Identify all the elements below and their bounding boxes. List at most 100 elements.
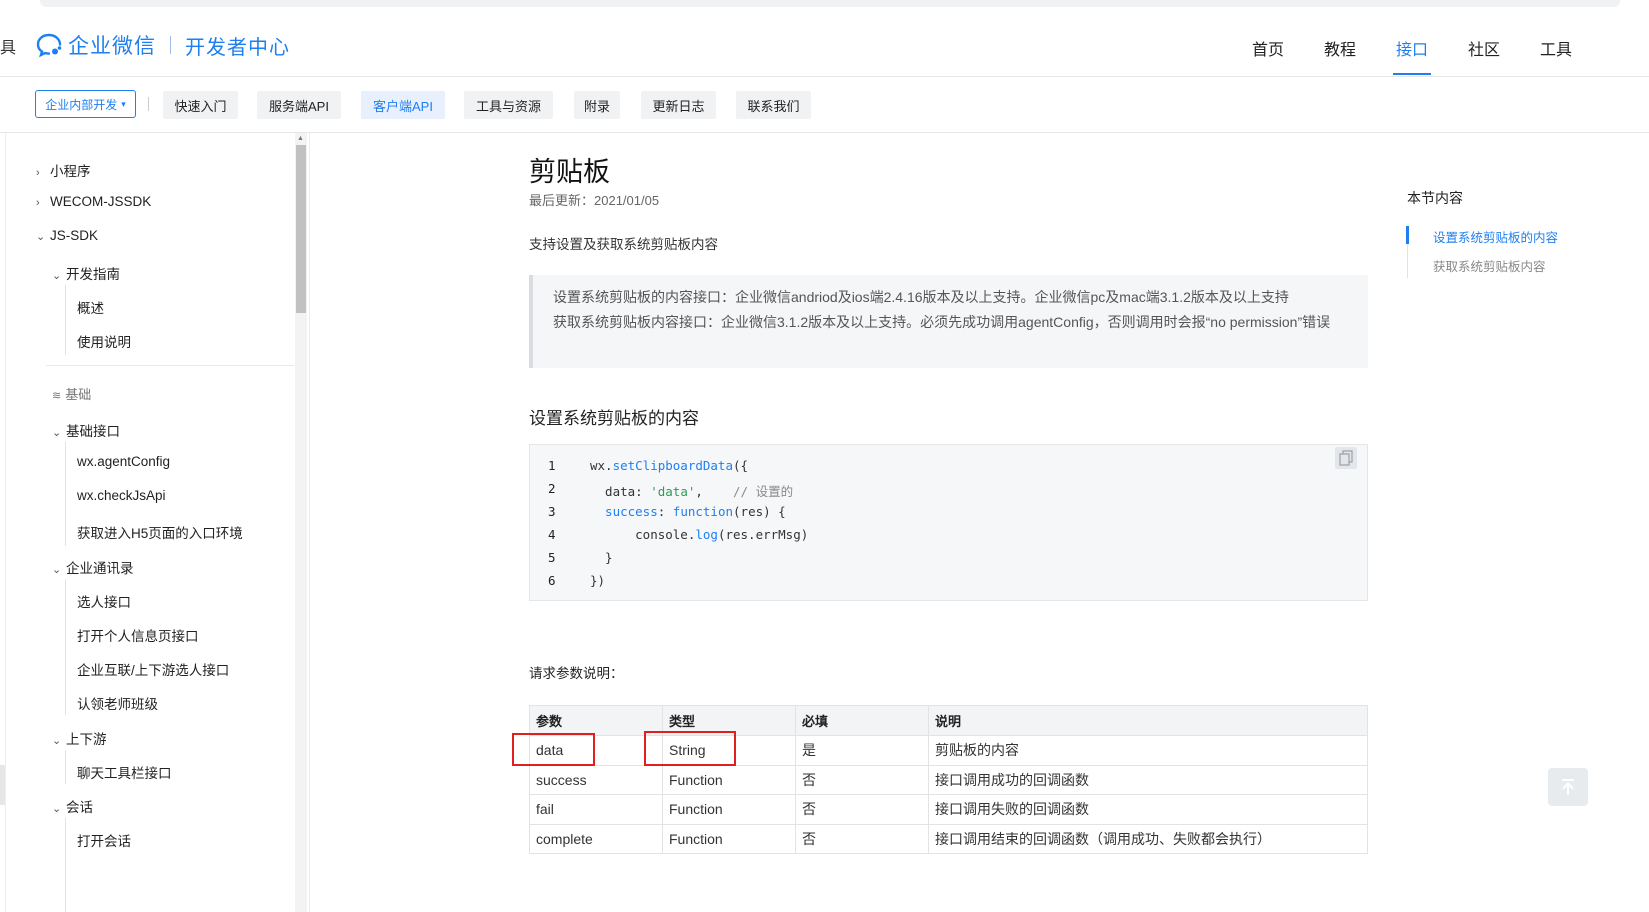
sidebar-border	[309, 133, 310, 912]
copy-icon	[1339, 450, 1353, 466]
sidebar-group-basic: ≋ 基础	[52, 384, 91, 403]
code-token: console.	[590, 527, 696, 542]
sidebar-item-checkjsapi[interactable]: wx.checkJsApi	[77, 488, 166, 503]
annotation-box-string	[644, 731, 736, 766]
tab-contact[interactable]: 联系我们	[736, 91, 811, 119]
code-text: console.log(res.errMsg)	[590, 527, 808, 542]
toc-item-get-clipboard[interactable]: 获取系统剪贴板内容	[1433, 256, 1546, 275]
scroll-up-arrow-icon[interactable]: ▲	[297, 135, 304, 142]
address-bar-edge	[40, 0, 1620, 7]
sidebar-item-usage[interactable]: 使用说明	[77, 331, 131, 351]
nav-tutorial[interactable]: 教程	[1324, 36, 1356, 60]
toc-item-set-clipboard[interactable]: 设置系统剪贴板的内容	[1433, 227, 1558, 246]
tab-client-api[interactable]: 客户端API	[361, 91, 445, 119]
arrow-up-icon	[1562, 779, 1574, 795]
tree-guide-line	[65, 579, 66, 715]
code-token: success	[590, 504, 658, 519]
code-text: })	[590, 573, 606, 588]
tab-tools-resources[interactable]: 工具与资源	[464, 91, 553, 119]
sidebar-item-label: JS-SDK	[50, 228, 99, 243]
code-token: :	[657, 504, 673, 519]
nav-community[interactable]: 社区	[1468, 36, 1500, 60]
tree-guide-line	[65, 818, 66, 912]
table-cell: 接口调用结束的回调函数（调用成功、失败都会执行）	[928, 823, 1368, 854]
left-edge-handle[interactable]	[0, 765, 5, 805]
code-token: (res) {	[733, 504, 786, 519]
sidebar-item-dev-guide[interactable]: ⌄ 开发指南	[52, 263, 120, 283]
chevron-down-icon: ⌄	[52, 735, 62, 747]
sidebar-item-wecom-jssdk[interactable]: › WECOM-JSSDK	[36, 194, 151, 209]
browser-top-strip	[0, 0, 1649, 17]
sidebar-item-session[interactable]: ⌄ 会话	[52, 796, 93, 816]
sidebar-item-label: 会话	[66, 800, 93, 815]
table-cell: 否	[795, 823, 929, 854]
code-block: 1 wx.setClipboardData({ 2 data: 'data', /…	[529, 444, 1368, 601]
nav-tools[interactable]: 工具	[1540, 36, 1572, 60]
page-title: 剪贴板	[529, 157, 610, 187]
sidebar-item-agentconfig[interactable]: wx.agentConfig	[77, 454, 170, 469]
nav-api[interactable]: 接口	[1396, 36, 1428, 60]
table-cell: 接口调用失败的回调函数	[928, 794, 1368, 825]
line-number: 2	[548, 481, 556, 496]
code-text: data: 'data', // 设置的	[590, 481, 793, 500]
nav-active-underline	[1393, 73, 1431, 75]
chevron-right-icon: ›	[36, 197, 40, 209]
sidebar-scrollbar[interactable]: ▲	[295, 133, 307, 912]
table-cell: 是	[795, 735, 929, 766]
tab-appendix[interactable]: 附录	[574, 91, 620, 119]
line-number: 3	[548, 504, 556, 519]
note-line: 设置系统剪贴板的内容接口：企业微信andriod及ios端2.4.16版本及以上…	[553, 289, 1289, 305]
table-row: success Function 否 接口调用成功的回调函数	[529, 764, 1368, 795]
sidebar-divider	[46, 365, 294, 366]
sidebar-item-basic-api[interactable]: ⌄ 基础接口	[52, 420, 120, 440]
layers-icon: ≋	[52, 390, 62, 402]
table-row: fail Function 否 接口调用失败的回调函数	[529, 794, 1368, 825]
column-header: 必填	[795, 705, 929, 736]
sidebar-item-overview[interactable]: 概述	[77, 297, 104, 317]
tab-server-api[interactable]: 服务端API	[257, 91, 341, 119]
tab-quick-start[interactable]: 快速入门	[163, 91, 238, 119]
sidebar-item-miniprogram[interactable]: › 小程序	[36, 160, 91, 180]
table-cell: complete	[529, 823, 663, 854]
sidebar-item-select-user[interactable]: 选人接口	[77, 591, 131, 611]
top-nav: 首页 教程 接口 社区 工具	[0, 16, 1649, 76]
code-token: wx.	[590, 458, 613, 473]
table-cell: 否	[795, 764, 929, 795]
dropdown-label: 企业内部开发	[45, 97, 118, 112]
code-token: 'data'	[650, 484, 696, 499]
code-text: wx.setClipboardData({	[590, 458, 748, 473]
chevron-down-icon: ▾	[121, 98, 126, 109]
line-number: 5	[548, 550, 556, 565]
sidebar-item-claim-class[interactable]: 认领老师班级	[77, 693, 158, 713]
code-token: ,	[695, 484, 734, 499]
sidebar-item-label: 基础接口	[66, 424, 120, 439]
tree-guide-line	[65, 442, 66, 546]
sidebar-item-open-session[interactable]: 打开会话	[77, 830, 131, 850]
chevron-down-icon: ⌄	[36, 231, 46, 243]
code-token: // 设置的	[733, 484, 794, 499]
nav-home[interactable]: 首页	[1252, 36, 1284, 60]
line-number: 4	[548, 527, 556, 542]
sidebar-item-chat-toolbar[interactable]: 聊天工具栏接口	[77, 762, 172, 782]
code-text: }	[590, 550, 613, 565]
scrollbar-thumb[interactable]	[296, 145, 306, 313]
code-text: success: function(res) {	[590, 504, 786, 519]
sidebar-item-js-sdk[interactable]: ⌄ JS-SDK	[36, 228, 98, 243]
sidebar-item-label: WECOM-JSSDK	[50, 194, 152, 209]
sidebar-item-label: 开发指南	[66, 267, 120, 282]
column-header: 参数	[529, 705, 663, 736]
code-token: (res.errMsg)	[717, 527, 809, 542]
sidebar-item-upstream[interactable]: ⌄ 上下游	[52, 728, 107, 748]
dev-type-dropdown[interactable]: 企业内部开发 ▾	[35, 90, 136, 118]
sidebar-item-contacts[interactable]: ⌄ 企业通讯录	[52, 557, 134, 577]
table-cell: 接口调用成功的回调函数	[928, 764, 1368, 795]
chevron-down-icon: ⌄	[52, 270, 62, 282]
sidebar-item-open-profile[interactable]: 打开个人信息页接口	[77, 625, 199, 645]
back-to-top-button[interactable]	[1548, 768, 1588, 806]
sidebar-item-label: 小程序	[50, 164, 91, 179]
copy-button[interactable]	[1335, 447, 1357, 469]
annotation-box-data	[512, 733, 595, 766]
sidebar-item-h5-entry[interactable]: 获取进入H5页面的入口环境	[77, 522, 243, 542]
sidebar-item-corp-select[interactable]: 企业互联/上下游选人接口	[77, 659, 229, 679]
tab-changelog[interactable]: 更新日志	[641, 91, 716, 119]
